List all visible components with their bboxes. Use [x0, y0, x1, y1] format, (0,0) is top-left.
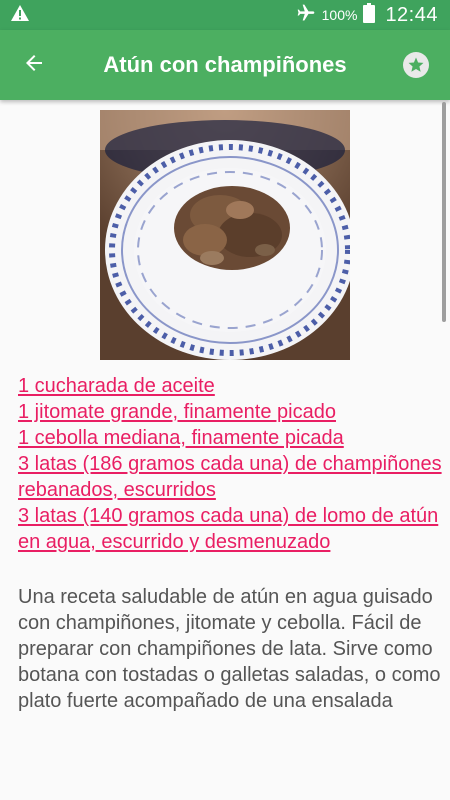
ingredient-link[interactable]: 1 jitomate grande, finamente picado — [18, 399, 442, 425]
page-title: Atún con champiñones — [103, 52, 347, 77]
ingredient-list: 1 cucharada de aceite 1 jitomate grande,… — [18, 373, 442, 555]
recipe-photo — [100, 110, 350, 360]
recipe-content[interactable]: 1 cucharada de aceite 1 jitomate grande,… — [0, 100, 450, 800]
ingredient-link[interactable]: 1 cucharada de aceite — [18, 373, 442, 399]
favorite-button[interactable] — [388, 30, 444, 100]
airplane-mode-icon — [296, 3, 316, 28]
ingredient-link[interactable]: 1 cebolla mediana, finamente picada — [18, 425, 442, 451]
status-bar: 100% 12:44 — [0, 0, 450, 30]
arrow-back-icon — [22, 51, 46, 80]
ingredient-link[interactable]: 3 latas (140 gramos cada una) de lomo de… — [18, 503, 442, 555]
battery-icon — [363, 2, 376, 28]
star-icon — [403, 52, 429, 78]
scrollbar[interactable] — [442, 102, 446, 322]
clock: 12:44 — [385, 3, 438, 26]
warning-icon — [10, 4, 30, 27]
app-bar: Atún con champiñones — [0, 30, 450, 100]
recipe-description: Una receta saludable de atún en agua gui… — [18, 586, 441, 712]
back-button[interactable] — [6, 30, 62, 100]
ingredient-link[interactable]: 3 latas (186 gramos cada una) de champiñ… — [18, 451, 442, 503]
battery-percent: 100% — [321, 7, 358, 23]
